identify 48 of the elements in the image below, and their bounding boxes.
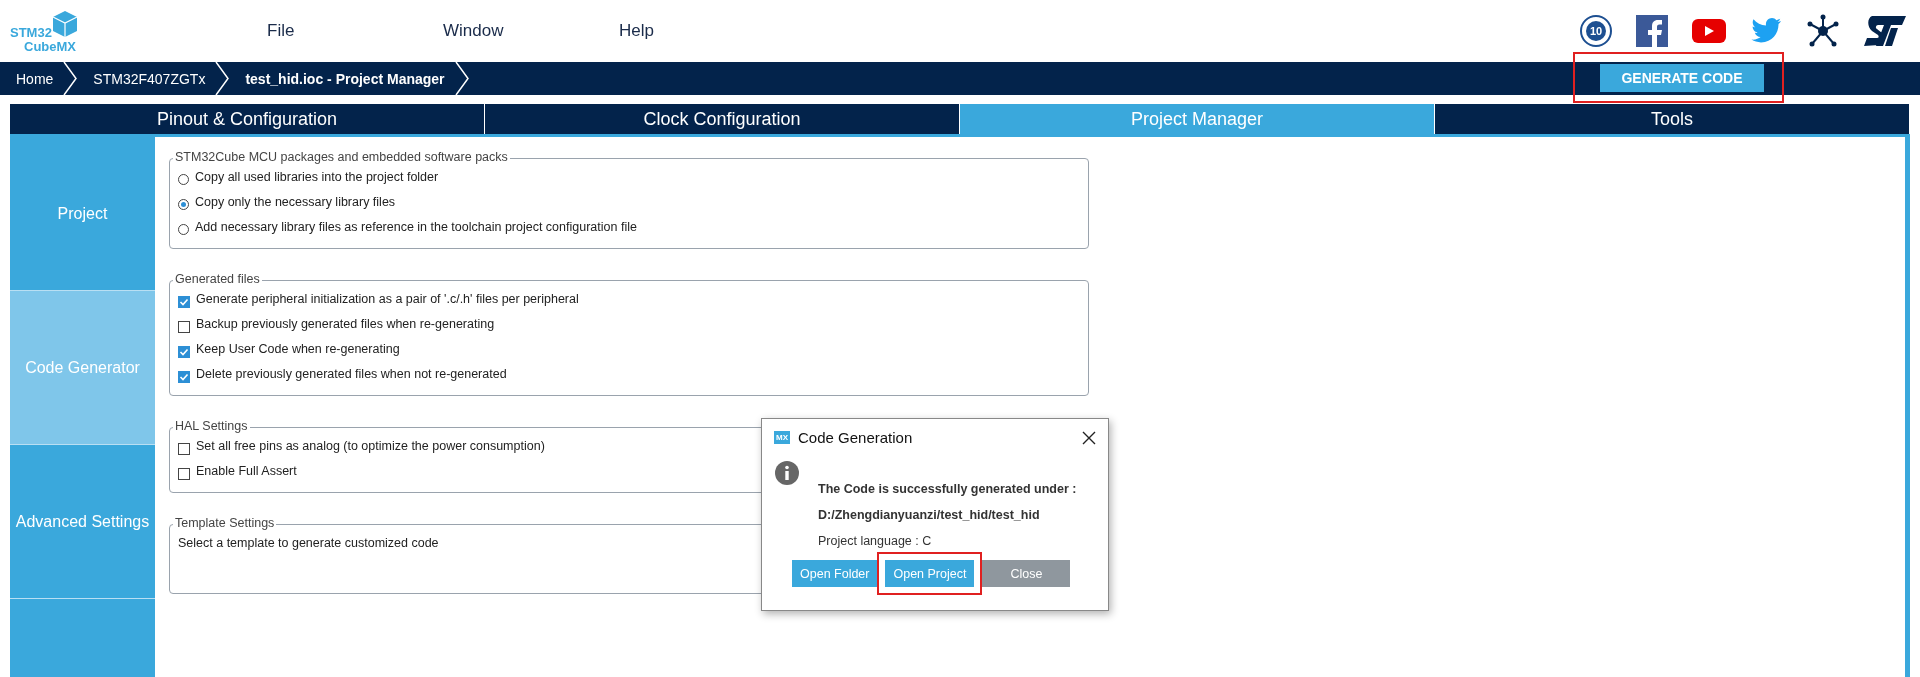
checkbox[interactable] xyxy=(178,442,190,455)
checkbox[interactable] xyxy=(178,345,190,358)
chevron-icon xyxy=(215,62,230,95)
breadcrumb-item[interactable]: test_hid.ioc - Project Manager xyxy=(229,62,459,95)
chevron-icon xyxy=(63,62,78,95)
youtube-icon[interactable] xyxy=(1692,19,1726,43)
menu-item[interactable]: Help xyxy=(619,21,795,41)
success-message: The Code is successfully generated under : xyxy=(818,482,1078,496)
option-label: Copy all used libraries into the project folder xyxy=(195,170,439,184)
anniversary-badge-icon[interactable]: 10 xyxy=(1580,15,1612,47)
menu-item[interactable]: Window xyxy=(443,21,619,41)
twitter-icon[interactable] xyxy=(1750,17,1782,45)
facebook-icon[interactable] xyxy=(1636,15,1668,47)
network-icon[interactable] xyxy=(1806,14,1840,48)
tab[interactable]: Pinout & Configuration xyxy=(10,104,485,134)
option-label: Set all free pins as analog (to optimize the power consumption) xyxy=(196,439,545,453)
app-icon: MX xyxy=(774,431,790,444)
option-label: Keep User Code when re-generating xyxy=(196,342,400,356)
group-title: HAL Settings xyxy=(173,419,250,433)
group-title: Template Settings xyxy=(173,516,277,530)
close-icon[interactable] xyxy=(1082,430,1096,445)
chevron-icon xyxy=(454,62,469,95)
tab[interactable]: Clock Configuration xyxy=(485,104,960,134)
info-icon xyxy=(774,460,800,486)
checkbox[interactable] xyxy=(178,295,190,308)
option-label: Backup previously generated files when re-generating xyxy=(196,317,495,331)
dialog-title: Code Generation xyxy=(798,429,913,446)
checkbox[interactable] xyxy=(178,320,190,333)
breadcrumb-item[interactable]: STM32F407ZGTx xyxy=(77,62,220,95)
menu-item[interactable]: File xyxy=(267,21,443,41)
tab[interactable]: Tools xyxy=(1435,104,1910,134)
project-language: Project language : C xyxy=(818,534,933,548)
option-label: Delete previously generated files when not re-generated xyxy=(196,367,507,381)
option-label: Enable Full Assert xyxy=(196,464,297,478)
option-label: Copy only the necessary library files xyxy=(195,195,396,209)
logo-text: CubeMX xyxy=(23,40,77,54)
group-title: Generated files xyxy=(173,272,262,286)
group-description: Select a template to generate customized code xyxy=(178,536,439,550)
checkbox[interactable] xyxy=(178,370,190,383)
option-label: Add necessary library files as reference in the toolchain project configuration file xyxy=(195,220,637,234)
st-logo-icon[interactable] xyxy=(1864,16,1906,46)
checkbox[interactable] xyxy=(178,467,190,480)
logo-text: STM32 xyxy=(10,26,53,40)
cube-icon xyxy=(52,10,78,38)
group-title: STM32Cube MCU packages and embedded software packs xyxy=(173,150,510,164)
output-path: D:/Zhengdianyuanzi/test_hid/test_hid xyxy=(818,508,1041,522)
option-label: Generate peripheral initialization as a pair of '.c/.h' files per peripheral xyxy=(196,292,579,306)
breadcrumb-item[interactable]: Home xyxy=(0,62,68,95)
